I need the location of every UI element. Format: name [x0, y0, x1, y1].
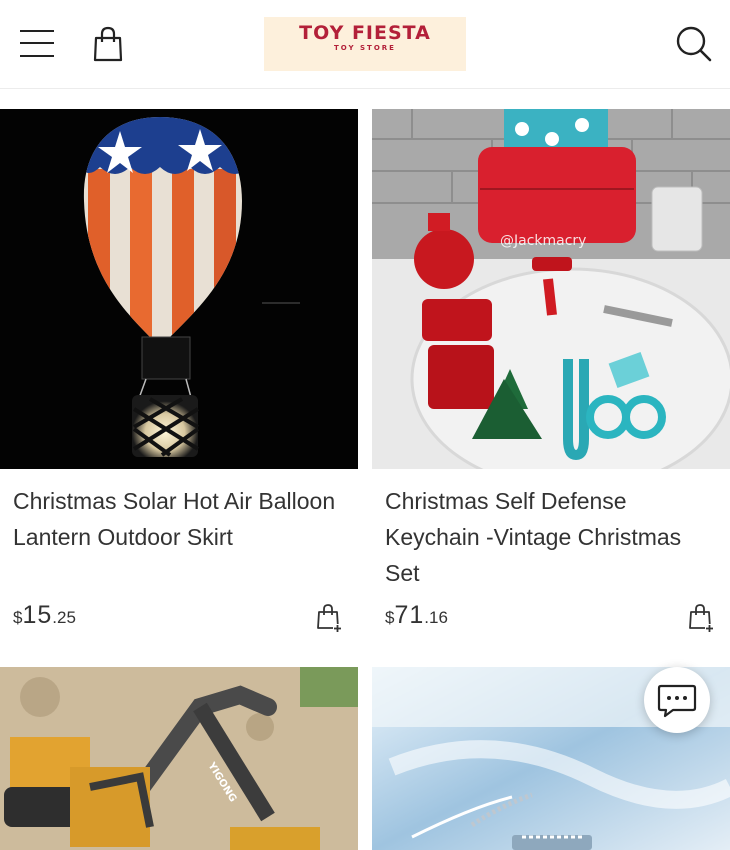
hot-air-balloon-lantern-photo[interactable] — [0, 109, 358, 469]
product-price: $15.25 — [13, 601, 76, 630]
product-image: YIGONG — [0, 667, 358, 850]
chat-bubble-icon — [657, 684, 697, 718]
logo-subtitle: TOY STORE — [334, 44, 396, 52]
add-to-cart-button[interactable] — [688, 603, 714, 633]
site-header: TOY FIESTA TOY STORE — [0, 0, 730, 89]
search-icon — [676, 26, 712, 62]
product-card[interactable]: YIGONG — [0, 667, 358, 850]
search-button[interactable] — [674, 24, 714, 64]
hamburger-menu-icon — [20, 42, 54, 44]
hamburger-menu-icon — [20, 55, 54, 57]
product-card[interactable]: Christmas Solar Hot Air Balloon Lantern … — [0, 109, 358, 633]
hamburger-menu-icon — [20, 30, 54, 32]
product-title[interactable]: Christmas Solar Hot Air Balloon Lantern … — [13, 483, 348, 555]
menu-button[interactable] — [18, 26, 56, 60]
shopping-bag-icon — [93, 26, 123, 62]
store-logo[interactable]: TOY FIESTA TOY STORE — [264, 17, 466, 71]
price-decimal: .25 — [52, 608, 76, 627]
product-image — [83, 117, 300, 457]
cart-button[interactable] — [90, 24, 126, 64]
price-whole: 71 — [394, 601, 425, 629]
logo-title: TOY FIESTA — [299, 22, 431, 44]
add-to-cart-bag-icon — [689, 604, 714, 633]
add-to-cart-bag-icon — [317, 604, 342, 633]
add-to-cart-button[interactable] — [316, 603, 342, 633]
self-defense-keychain-set-photo[interactable]: @Jackmacry — [372, 109, 730, 469]
chat-button[interactable] — [644, 667, 710, 733]
price-decimal: .16 — [424, 608, 448, 627]
product-title[interactable]: Christmas Self Defense Keychain -Vintage… — [385, 483, 720, 591]
product-card[interactable]: @Jackmacry Christmas Self Defense Keycha… — [372, 109, 730, 633]
product-image: @Jackmacry — [372, 109, 730, 469]
toy-excavator-photo[interactable]: YIGONG — [0, 667, 358, 850]
price-whole: 15 — [22, 601, 53, 629]
product-price: $71.16 — [385, 601, 448, 630]
watermark-text: @Jackmacry — [500, 233, 586, 249]
